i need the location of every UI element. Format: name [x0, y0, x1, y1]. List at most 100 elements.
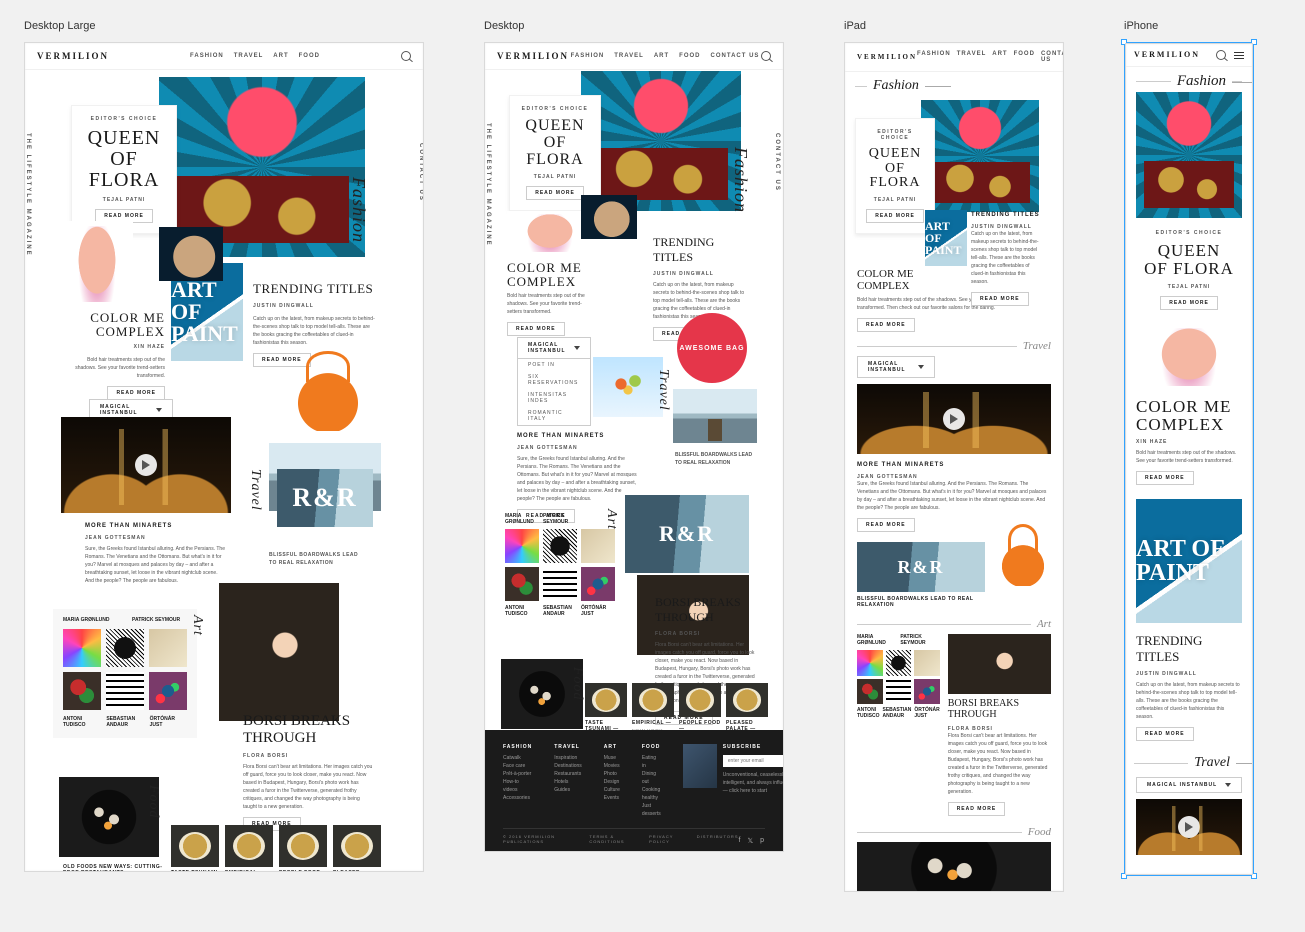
- colorme-cta[interactable]: READ MORE: [507, 322, 565, 336]
- hero-image: [581, 71, 741, 211]
- section-label-art: Art: [189, 615, 205, 636]
- nav-art[interactable]: ART: [273, 53, 288, 59]
- hero-eyebrow: EDITOR'S CHOICE: [520, 106, 590, 112]
- section-heading-fashion: Fashion: [1177, 73, 1226, 90]
- artboard-desktop-large: Desktop Large VERMILION FASHION TRAVEL A…: [24, 20, 424, 872]
- minarets-byline: JEAN GOTTESMAN: [85, 535, 225, 541]
- play-icon[interactable]: [135, 454, 157, 476]
- borsi-title1: BORSI BREAKS: [243, 713, 373, 730]
- food-thumb-3[interactable]: [279, 825, 327, 867]
- hero-image: [1136, 92, 1242, 218]
- top-nav: VERMILION FASHION TRAVEL ART FOOD: [25, 43, 423, 70]
- contact-vertical[interactable]: CONTACT US: [418, 143, 424, 202]
- twitter-icon[interactable]: 𝕏: [747, 837, 754, 845]
- image-balloons: [593, 357, 663, 417]
- food-thumb-4[interactable]: [333, 825, 381, 867]
- nav-travel[interactable]: TRAVEL: [614, 53, 644, 59]
- thumb-rainbow[interactable]: [63, 629, 101, 667]
- image-borsi: [219, 583, 339, 721]
- play-icon[interactable]: [1178, 816, 1200, 838]
- section-label-fashion: Fashion: [730, 147, 751, 213]
- section-heading-fashion: Fashion: [873, 78, 919, 94]
- nav-art[interactable]: ART: [654, 53, 669, 59]
- destination-select[interactable]: MAGICAL INSTANBUL: [517, 337, 591, 359]
- minarets-blurb: Sure, the Greeks found Istanbul alluring…: [85, 545, 225, 585]
- thumb-tomatoes[interactable]: [63, 672, 101, 710]
- tagline-vertical: THE LIFESTYLE MAGAZINE: [25, 133, 31, 257]
- image-awesome-bag: [998, 542, 1048, 586]
- artist-2[interactable]: PATRICK SEYMOUR: [132, 617, 187, 623]
- artboard-label: Desktop Large: [24, 20, 424, 32]
- destination-select[interactable]: MAGICAL INSTANBUL: [857, 356, 935, 378]
- search-icon[interactable]: [401, 51, 411, 61]
- subscribe-email-input[interactable]: [723, 755, 784, 767]
- play-icon[interactable]: [943, 408, 965, 430]
- nav-contact[interactable]: CONTACT US: [711, 53, 760, 59]
- image-rr: R&R: [277, 469, 373, 527]
- image-color-me-complex: [1136, 324, 1242, 390]
- logo[interactable]: VERMILION: [37, 52, 109, 61]
- rr-caption: BLISSFUL BOARDWALKS LEAD TO REAL RELAXAT…: [269, 551, 359, 567]
- hero-cta[interactable]: READ MORE: [866, 209, 924, 223]
- colorme-blurb: Bold hair treatments step out of the sha…: [65, 356, 165, 380]
- destination-options[interactable]: POET IN SIX RESERVATIONS INTENSITAS INDE…: [517, 359, 591, 426]
- badge-awesome-bag[interactable]: AWESOME BAG: [677, 313, 747, 383]
- artist-4[interactable]: SEBASTIAN ANDAUR: [106, 716, 143, 728]
- image-istanbul: [857, 384, 1051, 454]
- thumb-etch[interactable]: [106, 629, 144, 667]
- hero-cta[interactable]: READ MORE: [526, 186, 584, 200]
- section-label-food: Food: [569, 667, 585, 701]
- section-label-fashion: Fashion: [348, 177, 369, 243]
- image-rr: R&R: [625, 495, 749, 573]
- contact-vertical[interactable]: CONTACT US: [774, 133, 780, 192]
- image-art-of-paint: ART OF PAINT: [1136, 499, 1242, 623]
- tagline-vertical: THE LIFESTYLE MAGAZINE: [485, 123, 491, 247]
- image-mussels: [857, 842, 1051, 892]
- thumb-candy[interactable]: [149, 672, 187, 710]
- menu-icon[interactable]: [1234, 52, 1244, 59]
- image-art-of-paint: ART OF PAINT: [925, 210, 967, 266]
- artist-5[interactable]: ÖRTÓNÁR JUST: [150, 716, 187, 728]
- artboard-ipad: iPad VERMILION FASHIONTRAVELARTFOODCONTA…: [844, 20, 1064, 892]
- colorme-title1: COLOR ME: [65, 311, 165, 325]
- pinterest-icon[interactable]: p: [760, 837, 765, 845]
- logo[interactable]: VERMILION: [497, 52, 569, 61]
- nav-fashion[interactable]: FASHION: [190, 53, 224, 59]
- image-mussels: [59, 777, 159, 857]
- nav-food[interactable]: FOOD: [679, 53, 700, 59]
- thumb-ink[interactable]: [106, 672, 144, 710]
- image-color-me-complex: [61, 221, 133, 307]
- image-borsi: [948, 634, 1051, 694]
- food-thumb-1[interactable]: [171, 825, 219, 867]
- image-face: [581, 195, 637, 239]
- trending-cta[interactable]: READ MORE: [253, 353, 311, 367]
- section-label-travel: Travel: [655, 369, 671, 411]
- artboard-iphone: iPhone VERMILION Fashion: [1124, 20, 1254, 876]
- artist-3[interactable]: ANTONI TUDISCO: [63, 716, 100, 728]
- search-icon[interactable]: [1216, 50, 1226, 60]
- top-nav: VERMILION FASHION TRAVEL ART FOOD CONTAC…: [485, 43, 783, 70]
- nav-travel[interactable]: TRAVEL: [234, 53, 264, 59]
- hero-title-2: OF FLORA: [82, 149, 166, 191]
- hero-title-1: QUEEN: [82, 128, 166, 149]
- chevron-down-icon: [156, 408, 162, 412]
- image-pier: [673, 389, 757, 443]
- hero-image: [921, 100, 1039, 212]
- search-icon[interactable]: [761, 51, 771, 61]
- artboard-label: iPhone: [1124, 20, 1254, 32]
- magazine-cover: [683, 744, 717, 788]
- destination-select[interactable]: MAGICAL INSTANBUL: [1136, 777, 1242, 793]
- artboard-label: iPad: [844, 20, 1064, 32]
- facebook-icon[interactable]: f: [739, 837, 742, 845]
- chevron-down-icon: [574, 346, 580, 350]
- nav-fashion[interactable]: FASHION: [571, 53, 605, 59]
- thumb-canvas[interactable]: [149, 629, 187, 667]
- food-thumb-2[interactable]: [225, 825, 273, 867]
- image-face: [159, 227, 223, 281]
- nav-food[interactable]: FOOD: [299, 53, 320, 59]
- top-nav: VERMILION FASHIONTRAVELARTFOODCONTACT US: [845, 43, 1063, 72]
- colorme-title2: COMPLEX: [65, 325, 165, 339]
- hero-cta[interactable]: READ MORE: [1160, 296, 1218, 310]
- artist-1[interactable]: MARIA GRØNLUND: [63, 617, 118, 623]
- artboard-desktop: Desktop VERMILION FASHION TRAVEL ART FOO…: [484, 20, 784, 852]
